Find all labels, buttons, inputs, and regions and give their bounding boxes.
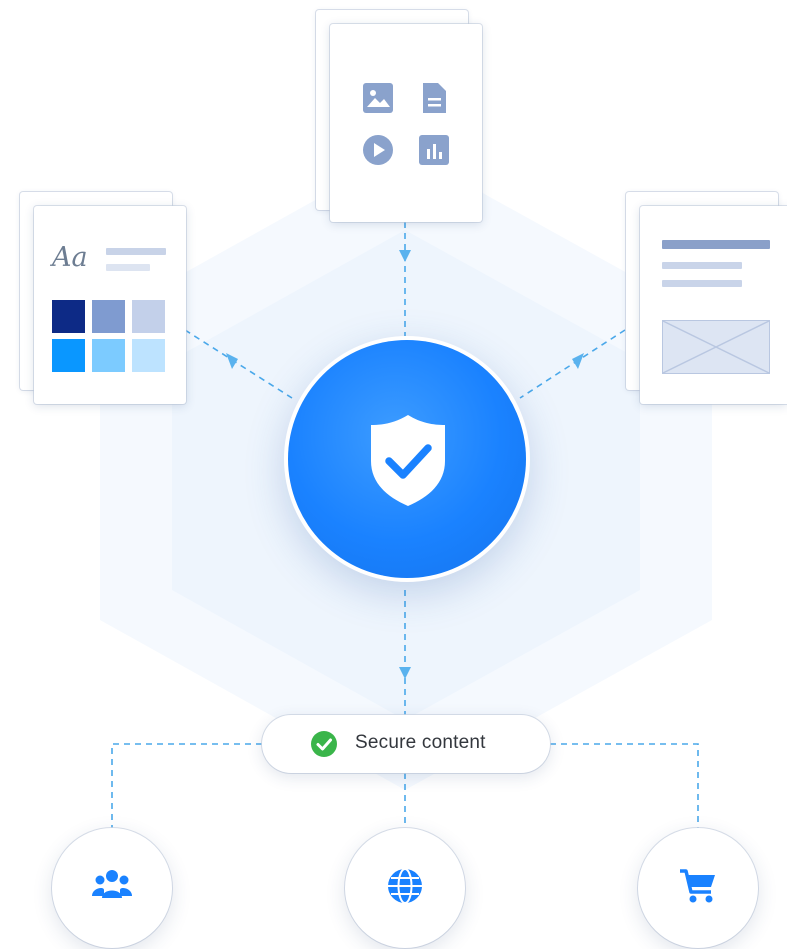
audience-node <box>52 828 172 948</box>
globe-icon <box>388 868 422 904</box>
color-swatch <box>52 339 85 372</box>
security-hub <box>284 336 530 582</box>
secure-content-label: Secure content <box>355 732 486 753</box>
shopping-cart-icon <box>680 869 715 903</box>
color-swatch <box>92 300 125 333</box>
arrow-head <box>399 667 411 679</box>
layout-text-line <box>662 280 742 287</box>
media-card <box>330 24 482 222</box>
typography-sample: Aa <box>52 242 88 273</box>
color-swatch <box>132 300 165 333</box>
users-icon <box>92 870 132 898</box>
image-placeholder-icon <box>662 320 770 374</box>
check-circle-icon <box>311 731 337 757</box>
brand-style-card: Aa <box>34 206 186 404</box>
color-swatch <box>92 339 125 372</box>
web-node <box>345 828 465 948</box>
shield-check-icon <box>371 415 445 506</box>
color-swatch <box>132 339 165 372</box>
layout-text-line <box>662 262 742 269</box>
commerce-node <box>638 828 758 948</box>
secure-content-badge: Secure content <box>262 715 550 773</box>
layout-heading-bar <box>662 240 770 249</box>
text-line <box>106 264 150 271</box>
image-icon <box>363 83 393 113</box>
color-swatch <box>52 300 85 333</box>
arrow-head <box>226 353 238 369</box>
security-hub-core <box>288 340 526 578</box>
play-icon <box>363 135 393 165</box>
arrow-head <box>399 250 411 262</box>
document-icon <box>423 83 446 113</box>
chart-icon <box>419 135 449 165</box>
arrow-head <box>572 353 584 369</box>
layout-template-card <box>640 206 787 404</box>
text-line <box>106 248 166 255</box>
